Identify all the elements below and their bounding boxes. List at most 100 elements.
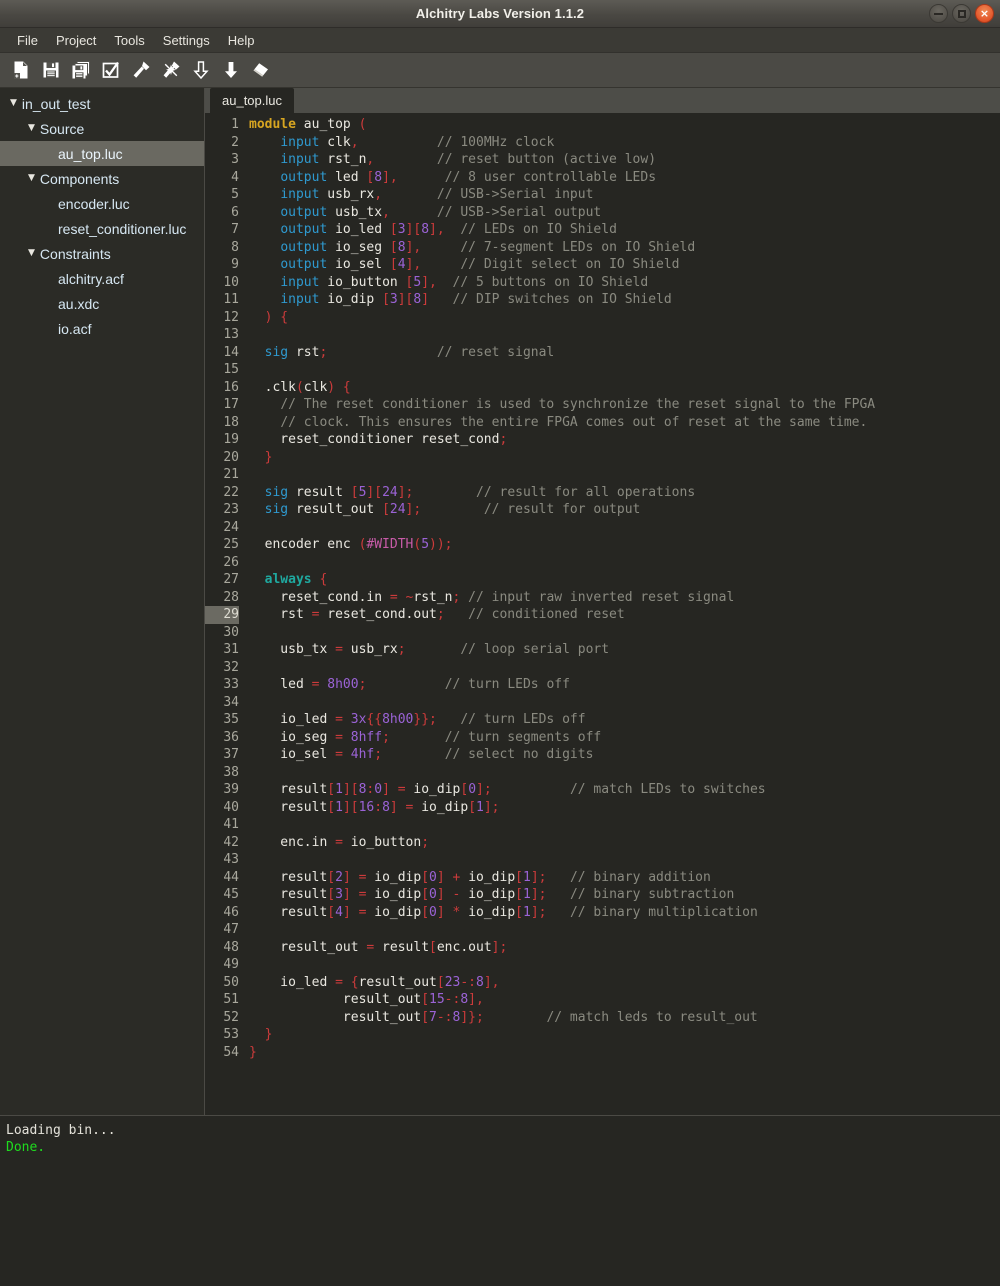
code-line[interactable]: 18 // clock. This ensures the entire FPG… bbox=[205, 414, 1000, 432]
code-token: io_dip bbox=[319, 292, 383, 307]
code-line[interactable]: 32 bbox=[205, 659, 1000, 677]
code-line[interactable]: 43 bbox=[205, 851, 1000, 869]
code-line[interactable]: 34 bbox=[205, 694, 1000, 712]
code-line[interactable]: 38 bbox=[205, 764, 1000, 782]
code-line[interactable]: 10 input io_button [5], // 5 buttons on … bbox=[205, 274, 1000, 292]
code-line[interactable]: 48 result_out = result[enc.out]; bbox=[205, 939, 1000, 957]
code-line[interactable]: 39 result[1][8:0] = io_dip[0]; // match … bbox=[205, 781, 1000, 799]
chevron-down-icon[interactable]: ▼ bbox=[28, 124, 35, 133]
line-number: 49 bbox=[223, 957, 239, 972]
tree-item-encoder-luc[interactable]: encoder.luc bbox=[0, 191, 204, 216]
tree-item-au-top-luc[interactable]: au_top.luc bbox=[0, 141, 204, 166]
code-line[interactable]: 42 enc.in = io_button; bbox=[205, 834, 1000, 852]
code-line[interactable]: 3 input rst_n, // reset button (active l… bbox=[205, 151, 1000, 169]
tree-item-components[interactable]: ▼ Components bbox=[0, 166, 204, 191]
code-line[interactable]: 50 io_led = {result_out[23-:8], bbox=[205, 974, 1000, 992]
code-token: // reset button (active low) bbox=[436, 152, 657, 167]
code-line[interactable]: 22 sig result [5][24]; // result for all… bbox=[205, 484, 1000, 502]
code-content[interactable]: 1 module au_top (2 input clk, // 100MHz c… bbox=[205, 116, 1000, 1061]
code-line[interactable]: 5 input usb_rx, // USB->Serial input bbox=[205, 186, 1000, 204]
code-line[interactable]: 7 output io_led [3][8], // LEDs on IO Sh… bbox=[205, 221, 1000, 239]
code-line[interactable]: 44 result[2] = io_dip[0] + io_dip[1]; //… bbox=[205, 869, 1000, 887]
new-file-button[interactable] bbox=[8, 57, 34, 83]
program-ram-button[interactable] bbox=[218, 57, 244, 83]
chevron-down-icon[interactable]: ▼ bbox=[28, 249, 35, 258]
code-token: ], bbox=[405, 257, 422, 272]
save-button[interactable] bbox=[38, 57, 64, 83]
menu-settings[interactable]: Settings bbox=[154, 31, 219, 50]
code-line[interactable]: 49 bbox=[205, 956, 1000, 974]
code-line[interactable]: 54} bbox=[205, 1044, 1000, 1062]
tree-item-reset-conditioner-luc[interactable]: reset_conditioner.luc bbox=[0, 216, 204, 241]
minimize-button[interactable] bbox=[929, 4, 948, 23]
code-editor[interactable]: 1 module au_top (2 input clk, // 100MHz c… bbox=[205, 113, 1000, 1115]
erase-button[interactable] bbox=[248, 57, 274, 83]
tab-au-top-luc[interactable]: au_top.luc bbox=[210, 88, 294, 113]
code-line[interactable]: 24 bbox=[205, 519, 1000, 537]
code-line[interactable]: 31 usb_tx = usb_rx; // loop serial port bbox=[205, 641, 1000, 659]
menu-help[interactable]: Help bbox=[219, 31, 264, 50]
tree-item-au-xdc[interactable]: au.xdc bbox=[0, 291, 204, 316]
code-line[interactable]: 37 io_sel = 4hf; // select no digits bbox=[205, 746, 1000, 764]
code-line[interactable]: 13 bbox=[205, 326, 1000, 344]
project-tree[interactable]: ▼ in_out_test ▼ Source au_top.luc ▼ Comp… bbox=[0, 88, 205, 1115]
code-line[interactable]: 26 bbox=[205, 554, 1000, 572]
code-line[interactable]: 23 sig result_out [24]; // result for ou… bbox=[205, 501, 1000, 519]
code-token: 3 bbox=[389, 292, 398, 307]
tree-item-source[interactable]: ▼ Source bbox=[0, 116, 204, 141]
code-line[interactable]: 30 bbox=[205, 624, 1000, 642]
code-line[interactable]: 52 result_out[7-:8]}; // match leds to r… bbox=[205, 1009, 1000, 1027]
close-button[interactable]: × bbox=[975, 4, 994, 23]
code-token: ], bbox=[429, 222, 445, 237]
code-line[interactable]: 21 bbox=[205, 466, 1000, 484]
code-line[interactable]: 15 bbox=[205, 361, 1000, 379]
code-line[interactable]: 14 sig rst; // reset signal bbox=[205, 344, 1000, 362]
save-all-button[interactable] bbox=[68, 57, 94, 83]
code-line[interactable]: 17 // The reset conditioner is used to s… bbox=[205, 396, 1000, 414]
check-button[interactable] bbox=[98, 57, 124, 83]
console-output[interactable]: Loading bin... Done. bbox=[0, 1115, 1000, 1286]
tree-item-io-acf[interactable]: io.acf bbox=[0, 316, 204, 341]
code-line[interactable]: 20 } bbox=[205, 449, 1000, 467]
code-line[interactable]: 19 reset_conditioner reset_cond; bbox=[205, 431, 1000, 449]
chevron-down-icon[interactable]: ▼ bbox=[10, 99, 17, 108]
code-line[interactable]: 28 reset_cond.in = ~rst_n; // input raw … bbox=[205, 589, 1000, 607]
code-line[interactable]: 6 output usb_tx, // USB->Serial output bbox=[205, 204, 1000, 222]
code-token: ]; bbox=[397, 484, 414, 500]
code-line[interactable]: 27 always { bbox=[205, 571, 1000, 589]
build-button[interactable] bbox=[128, 57, 154, 83]
menu-file[interactable]: File bbox=[8, 31, 47, 50]
menu-tools[interactable]: Tools bbox=[105, 31, 153, 50]
code-token: ] + bbox=[436, 869, 469, 885]
code-line[interactable]: 11 input io_dip [3][8] // DIP switches o… bbox=[205, 291, 1000, 309]
code-line[interactable]: 9 output io_sel [4], // Digit select on … bbox=[205, 256, 1000, 274]
code-line[interactable]: 29 rst = reset_cond.out; // conditioned … bbox=[205, 606, 1000, 624]
code-token: // result for output bbox=[483, 502, 641, 517]
code-line[interactable]: 2 input clk, // 100MHz clock bbox=[205, 134, 1000, 152]
code-line[interactable]: 1 module au_top ( bbox=[205, 116, 1000, 134]
chevron-down-icon[interactable]: ▼ bbox=[28, 174, 35, 183]
code-line[interactable]: 40 result[1][16:8] = io_dip[1]; bbox=[205, 799, 1000, 817]
code-line[interactable]: 51 result_out[15-:8], bbox=[205, 991, 1000, 1009]
code-line[interactable]: 4 output led [8], // 8 user controllable… bbox=[205, 169, 1000, 187]
code-line[interactable]: 35 io_led = 3x{{8h00}}; // turn LEDs off bbox=[205, 711, 1000, 729]
menu-project[interactable]: Project bbox=[47, 31, 105, 50]
tree-item-alchitry-acf[interactable]: alchitry.acf bbox=[0, 266, 204, 291]
code-line[interactable]: 53 } bbox=[205, 1026, 1000, 1044]
code-line[interactable]: 41 bbox=[205, 816, 1000, 834]
code-line[interactable]: 45 result[3] = io_dip[0] - io_dip[1]; //… bbox=[205, 886, 1000, 904]
code-line[interactable]: 47 bbox=[205, 921, 1000, 939]
program-flash-button[interactable] bbox=[188, 57, 214, 83]
code-line[interactable]: 12 ) { bbox=[205, 309, 1000, 327]
code-line[interactable]: 33 led = 8h00; // turn LEDs off bbox=[205, 676, 1000, 694]
code-line[interactable]: 25 encoder enc (#WIDTH(5)); bbox=[205, 536, 1000, 554]
tree-item-in_out_test[interactable]: ▼ in_out_test bbox=[0, 91, 204, 116]
build-and-program-button[interactable] bbox=[158, 57, 184, 83]
code-line[interactable]: 16 .clk(clk) { bbox=[205, 379, 1000, 397]
code-token: 0 bbox=[468, 782, 477, 797]
maximize-button[interactable] bbox=[952, 4, 971, 23]
code-line[interactable]: 8 output io_seg [8], // 7-segment LEDs o… bbox=[205, 239, 1000, 257]
tree-item-constraints[interactable]: ▼ Constraints bbox=[0, 241, 204, 266]
code-line[interactable]: 36 io_seg = 8hff; // turn segments off bbox=[205, 729, 1000, 747]
code-line[interactable]: 46 result[4] = io_dip[0] * io_dip[1]; //… bbox=[205, 904, 1000, 922]
